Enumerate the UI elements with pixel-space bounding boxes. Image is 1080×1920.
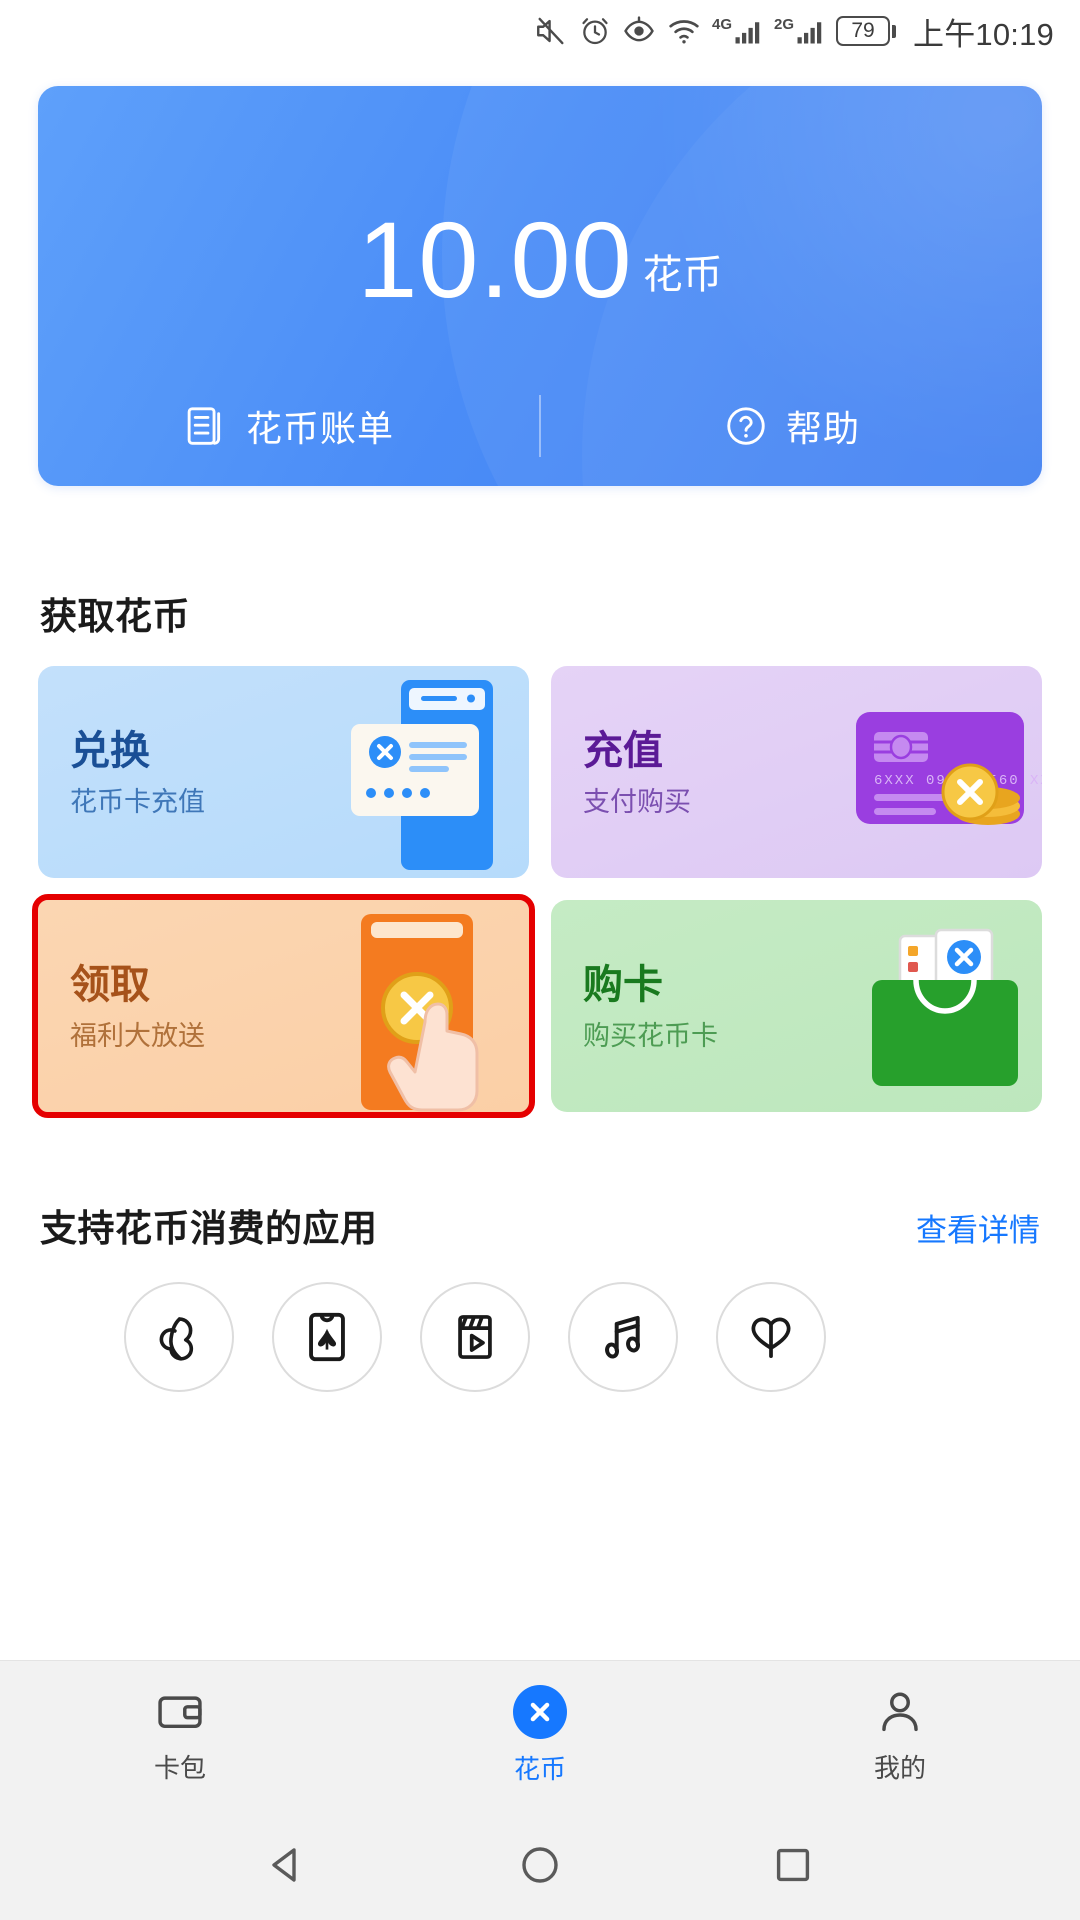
- bill-label: 花币账单: [245, 408, 394, 449]
- video-icon: [458, 1315, 492, 1359]
- app-item-cloud[interactable]: [124, 1282, 234, 1392]
- help-button[interactable]: 帮助: [541, 400, 1042, 452]
- get-coins-title: 获取花币: [40, 596, 190, 637]
- music-icon: [605, 1315, 641, 1359]
- app-item-themes[interactable]: [272, 1282, 382, 1392]
- nav-item-coins[interactable]: 花币: [360, 1685, 720, 1786]
- app-item-reader[interactable]: [716, 1282, 826, 1392]
- app-item-video[interactable]: [420, 1282, 530, 1392]
- signal-2g-icon: 2G: [774, 16, 825, 46]
- get-coins-card-exchange[interactable]: 兑换 花币卡充值: [38, 666, 529, 878]
- back-button[interactable]: [263, 1841, 311, 1889]
- bill-list-icon: [187, 407, 221, 445]
- get-coins-header: 获取花币: [0, 586, 1080, 640]
- main-content: 10.00 花币 花币账单 帮助 获取花币 兑换 花币卡充值 充值 支付购买 6…: [0, 62, 1080, 1660]
- bill-button[interactable]: 花币账单: [38, 400, 539, 452]
- signal-4g-icon: 4G: [712, 16, 763, 46]
- card-subtitle: 花币卡充值: [70, 786, 205, 817]
- wifi-icon: [669, 20, 699, 44]
- balance-card-actions: 花币账单 帮助: [38, 366, 1042, 486]
- nav-item-profile[interactable]: 我的: [720, 1686, 1080, 1785]
- person-icon: [882, 1692, 918, 1732]
- recents-square-icon: [777, 1848, 810, 1882]
- card-subtitle: 福利大放送: [70, 1020, 205, 1051]
- wallet-icon: [158, 1696, 202, 1729]
- card-text: 领取 福利大放送: [38, 960, 205, 1052]
- phone-card-icon: [329, 666, 529, 878]
- get-coins-card-claim[interactable]: 领取 福利大放送: [32, 894, 535, 1118]
- help-label: 帮助: [785, 408, 860, 449]
- balance-row: 10.00 花币: [38, 86, 1042, 320]
- home-circle-icon: [522, 1847, 558, 1883]
- balance-amount: 10.00: [357, 199, 633, 320]
- app-item-music[interactable]: [568, 1282, 678, 1392]
- card-subtitle: 购买花币卡: [583, 1020, 718, 1051]
- battery-indicator: 79: [836, 16, 897, 46]
- card-subtitle: 支付购买: [583, 786, 691, 817]
- home-button[interactable]: [516, 1841, 564, 1889]
- balance-card[interactable]: 10.00 花币 花币账单 帮助: [38, 86, 1042, 486]
- get-coins-card-buycard[interactable]: 购卡 购买花币卡: [551, 900, 1042, 1112]
- network-type-1: 4G: [711, 16, 732, 33]
- card-title: 领取: [70, 962, 150, 1007]
- recents-button[interactable]: [769, 1841, 817, 1889]
- bottom-navigation: 卡包 花币 我的: [0, 1660, 1080, 1810]
- battery-cap: [892, 24, 897, 38]
- card-text: 充值 支付购买: [551, 726, 691, 818]
- tap-coin-icon: [329, 900, 529, 1112]
- app-screen: 4G 2G 79 上午10:19 10.00 花币 花币账单 帮助 获取花币 兑…: [0, 0, 1080, 1920]
- huawei-themes-icon: [309, 1312, 345, 1362]
- balance-unit: 花币: [642, 252, 723, 297]
- question-circle-icon: [727, 407, 765, 445]
- shopping-bag-icon: [842, 900, 1042, 1112]
- nav-item-wallet[interactable]: 卡包: [0, 1686, 360, 1785]
- view-details-link[interactable]: 查看详情: [916, 1205, 1040, 1250]
- back-triangle-icon: [271, 1848, 296, 1882]
- reader-icon: [751, 1317, 791, 1359]
- card-title: 充值: [583, 728, 663, 773]
- system-navigation-bar: [0, 1810, 1080, 1920]
- battery-percent: 79: [836, 16, 891, 46]
- get-coins-grid: 兑换 花币卡充值 充值 支付购买 6XXX 2560 X 领取 福利大放送 购卡…: [0, 666, 1080, 1118]
- get-coins-card-topup[interactable]: 充值 支付购买 6XXX 0988 2560 XXXX: [551, 666, 1042, 878]
- nav-label-coins: 花币: [513, 1754, 566, 1784]
- card-text: 购卡 购买花币卡: [551, 960, 718, 1052]
- cloud-icon: [159, 1317, 194, 1361]
- card-title: 购卡: [583, 962, 663, 1007]
- status-bar: 4G 2G 79 上午10:19: [0, 0, 1080, 62]
- nav-label-profile: 我的: [873, 1753, 926, 1783]
- card-text: 兑换 花币卡充值: [38, 726, 205, 818]
- credit-card-coins-icon: 6XXX 0988 2560 XXXX: [842, 666, 1042, 878]
- eye-comfort-icon: [624, 16, 654, 42]
- supported-apps-title: 支持花币消费的应用: [40, 1208, 378, 1249]
- status-bar-clock: 上午10:19: [913, 16, 1054, 52]
- alarm-icon: [582, 18, 608, 45]
- coin-icon: [513, 1685, 567, 1739]
- supported-apps-row[interactable]: [0, 1282, 1080, 1392]
- mute-icon: [537, 17, 564, 45]
- supported-apps-header: 支持花币消费的应用 查看详情: [0, 1198, 1080, 1252]
- nav-label-wallet: 卡包: [153, 1753, 206, 1783]
- card-title: 兑换: [70, 728, 150, 773]
- network-type-2: 2G: [774, 16, 795, 33]
